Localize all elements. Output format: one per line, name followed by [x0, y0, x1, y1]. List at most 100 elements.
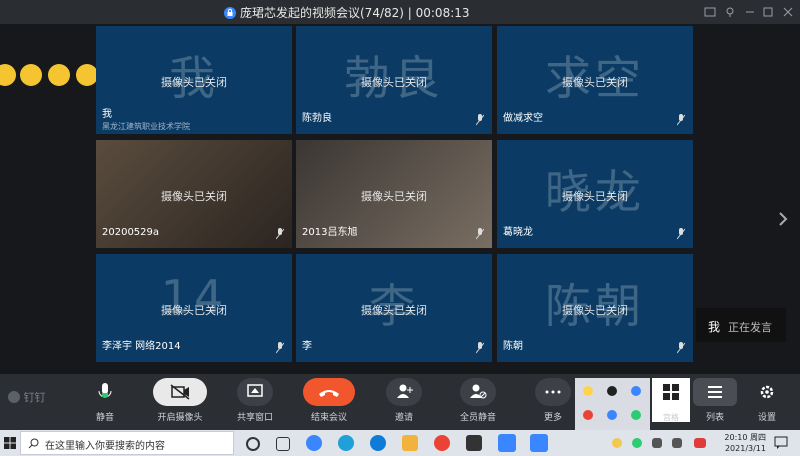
search-icon: [28, 438, 39, 449]
settings-button[interactable]: 设置: [732, 374, 800, 430]
invite-button[interactable]: 邀请: [369, 374, 439, 430]
participant-tile[interactable]: 摄像头已关闭 20200529a: [96, 140, 292, 248]
participant-name: 我: [102, 109, 112, 120]
task-view-icon[interactable]: [276, 437, 290, 451]
mute-all-button[interactable]: 全员静音: [443, 374, 513, 430]
tray-mic-icon[interactable]: [607, 386, 617, 396]
title-bar: 庞珺芯发起的视频会议(74/82) | 00:08:13: [0, 0, 800, 24]
participant-tile[interactable]: 摄像头已关闭 2013吕东旭: [296, 140, 492, 248]
tray-chrome-icon[interactable]: [583, 410, 593, 420]
browser-icon[interactable]: [370, 435, 386, 451]
app-icon[interactable]: [306, 435, 322, 451]
grid-icon: [663, 384, 679, 400]
camera-off-label: 摄像头已关闭: [562, 304, 628, 317]
volume-icon[interactable]: [672, 438, 682, 448]
camera-off-label: 摄像头已关闭: [562, 190, 628, 203]
input-method-icon[interactable]: [694, 438, 706, 448]
dingtalk-logo: 钉钉: [8, 389, 46, 405]
tray-app-icon[interactable]: [631, 386, 641, 396]
mic-muted-icon: [677, 114, 685, 126]
grid-view-button[interactable]: 宫格: [652, 378, 690, 422]
tray-app-icon[interactable]: [607, 410, 617, 420]
participant-name: 李泽宇 网络2014: [102, 341, 181, 352]
more-dots-icon: [535, 378, 571, 406]
mic-muted-icon: [276, 228, 284, 240]
minimize-icon[interactable]: [744, 6, 756, 18]
camera-off-label: 摄像头已关闭: [161, 304, 227, 317]
end-meeting-label: 结束会议: [310, 413, 347, 423]
mic-muted-icon: [677, 228, 685, 240]
dingtalk-taskbar-icon[interactable]: [530, 434, 548, 452]
clock-date: 2021/3/11: [724, 444, 766, 453]
mic-muted-icon: [276, 342, 284, 354]
participant-tile[interactable]: 求空 摄像头已关闭 做减求空: [497, 26, 693, 134]
mic-muted-icon: [476, 114, 484, 126]
participant-name: 陈朝: [503, 341, 523, 352]
chrome-icon[interactable]: [434, 435, 450, 451]
participant-org: 黑龙江建筑职业技术学院: [102, 122, 190, 131]
camera-off-label: 摄像头已关闭: [361, 76, 427, 89]
notification-icon[interactable]: [774, 436, 788, 450]
hangup-icon: [303, 378, 355, 406]
share-window-button[interactable]: 共享窗口: [220, 374, 290, 430]
taskbar-clock[interactable]: 20:10 周四 2021/3/11: [722, 432, 766, 454]
taskbar-search-box[interactable]: 在这里输入你要搜索的内容: [20, 431, 234, 455]
settings-label: 设置: [757, 413, 776, 423]
invite-label: 邀请: [394, 413, 413, 423]
tray-app-icon[interactable]: [631, 410, 641, 420]
search-placeholder: 在这里输入你要搜索的内容: [45, 441, 165, 452]
participant-tile[interactable]: 陈朝 摄像头已关闭 陈朝: [497, 254, 693, 362]
tray-icon[interactable]: [612, 438, 622, 448]
mute-button[interactable]: 静音: [70, 374, 140, 430]
edge-icon[interactable]: [338, 435, 354, 451]
cortana-icon[interactable]: [246, 437, 260, 451]
end-meeting-button[interactable]: 结束会议: [294, 374, 364, 430]
camera-off-label: 摄像头已关闭: [562, 76, 628, 89]
mute-all-icon: [460, 378, 496, 406]
camera-off-icon: [153, 378, 207, 406]
windows-taskbar: 在这里输入你要搜索的内容 20:10 周四 2021/3/11: [0, 430, 800, 456]
emoji-icon: [20, 64, 42, 86]
camera-off-label: 摄像头已关闭: [361, 304, 427, 317]
file-explorer-icon[interactable]: [402, 435, 418, 451]
participant-name: 葛晓龙: [503, 227, 533, 238]
gear-icon: [749, 378, 785, 406]
next-page-arrow-icon[interactable]: [776, 209, 790, 229]
participant-tile[interactable]: 勃良 摄像头已关闭 陈勃良: [296, 26, 492, 134]
mic-muted-icon: [476, 342, 484, 354]
add-user-icon: [386, 378, 422, 406]
screenshot-icon[interactable]: [704, 6, 716, 18]
network-icon[interactable]: [652, 438, 662, 448]
grid-view-label: 宫格: [663, 413, 679, 422]
close-icon[interactable]: [782, 6, 794, 18]
store-icon[interactable]: [466, 435, 482, 451]
camera-off-label: 摄像头已关闭: [361, 190, 427, 203]
clock-time: 20:10 周四: [724, 433, 766, 442]
camera-label: 开启摄像头: [157, 413, 203, 423]
dingtalk-taskbar-icon[interactable]: [498, 434, 516, 452]
mic-muted-icon: [476, 228, 484, 240]
participant-name: 李: [302, 341, 312, 352]
camera-button[interactable]: 开启摄像头: [145, 374, 215, 430]
lock-icon: [224, 7, 236, 19]
participant-tile[interactable]: 我 摄像头已关闭 我 黑龙江建筑职业技术学院: [96, 26, 292, 134]
windows-start-icon[interactable]: [4, 437, 16, 449]
maximize-icon[interactable]: [762, 6, 774, 18]
tray-app-icon[interactable]: [583, 386, 593, 396]
emoji-icon: [48, 64, 70, 86]
participant-tile[interactable]: 14 摄像头已关闭 李泽宇 网络2014: [96, 254, 292, 362]
mic-muted-icon: [677, 342, 685, 354]
participant-name: 2013吕东旭: [302, 227, 358, 238]
participant-tile[interactable]: 晓龙 摄像头已关闭 葛晓龙: [497, 140, 693, 248]
meeting-title-text: 庞珺芯发起的视频会议(74/82) | 00:08:13: [240, 6, 470, 20]
video-stage: 我 摄像头已关闭 我 黑龙江建筑职业技术学院 勃良 摄像头已关闭 陈勃良 求空 …: [0, 24, 800, 374]
share-screen-icon: [237, 378, 273, 406]
list-icon: [693, 378, 737, 406]
emoji-icon: [0, 64, 16, 86]
tray-icon[interactable]: [632, 438, 642, 448]
pin-icon[interactable]: [724, 6, 736, 18]
participant-tile[interactable]: 李 摄像头已关闭 李: [296, 254, 492, 362]
share-window-label: 共享窗口: [236, 413, 273, 423]
mute-label: 静音: [95, 413, 114, 423]
speaking-text: 正在发言: [728, 321, 772, 334]
